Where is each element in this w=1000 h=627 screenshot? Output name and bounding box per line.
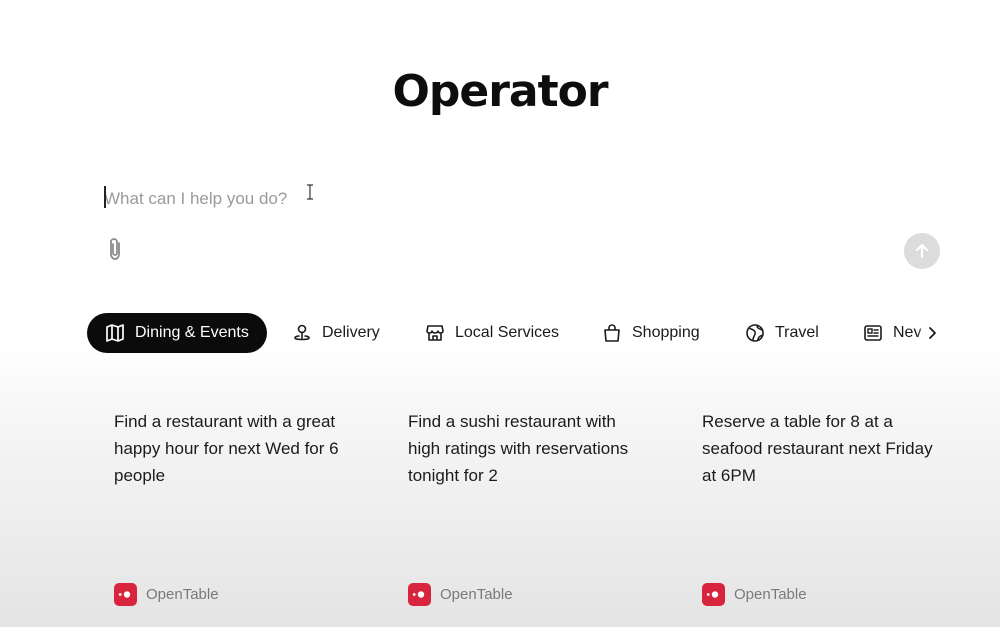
globe-icon [746, 324, 764, 342]
tab-travel[interactable]: Travel [745, 313, 819, 353]
opentable-logo-icon [408, 582, 431, 606]
page-title: Operator [392, 66, 608, 117]
tab-label: Travel [775, 324, 819, 341]
prompt-box [92, 170, 952, 280]
send-button[interactable] [904, 233, 940, 269]
tab-news[interactable]: Nev [863, 313, 921, 353]
attach-button[interactable] [104, 236, 128, 262]
tab-label: Shopping [632, 324, 700, 341]
category-tabs: Dining & Events Delivery Local Services … [87, 313, 947, 353]
suggestion-card[interactable]: Find a restaurant with a great happy hou… [114, 400, 374, 620]
arrow-up-icon [915, 243, 929, 259]
map-icon [106, 324, 124, 342]
opentable-logo-icon [114, 582, 137, 606]
card-brand: OpenTable [114, 582, 219, 606]
suggestion-card[interactable]: Reserve a table for 8 at a seafood resta… [702, 400, 962, 620]
tabs-scroll-right-button[interactable] [917, 313, 947, 353]
tab-label: Local Services [455, 324, 560, 341]
shopping-bag-icon [604, 324, 620, 342]
newspaper-icon [864, 325, 882, 341]
storefront-icon [426, 325, 444, 341]
card-brand: OpenTable [702, 582, 807, 606]
suggestion-text: Find a sushi restaurant with high rating… [408, 412, 629, 485]
brand-name: OpenTable [146, 585, 219, 603]
tab-shopping[interactable]: Shopping [602, 313, 700, 353]
card-brand: OpenTable [408, 582, 513, 606]
text-cursor-icon [307, 184, 313, 200]
chevron-right-icon [929, 327, 936, 339]
paperclip-icon [110, 238, 120, 260]
suggestion-text: Reserve a table for 8 at a seafood resta… [702, 412, 933, 485]
tab-label: Dining & Events [135, 324, 249, 341]
opentable-logo-icon [702, 582, 725, 606]
tab-dining-events[interactable]: Dining & Events [87, 313, 267, 353]
suggestion-card[interactable]: Find a sushi restaurant with high rating… [408, 400, 668, 620]
tab-label: Delivery [322, 324, 380, 341]
prompt-input[interactable] [104, 184, 704, 214]
tab-local-services[interactable]: Local Services [425, 313, 559, 353]
brand-name: OpenTable [440, 585, 513, 603]
brand-name: OpenTable [734, 585, 807, 603]
text-caret [104, 186, 106, 208]
tab-delivery[interactable]: Delivery [292, 313, 380, 353]
suggestion-text: Find a restaurant with a great happy hou… [114, 412, 339, 485]
location-pin-icon [294, 324, 310, 341]
